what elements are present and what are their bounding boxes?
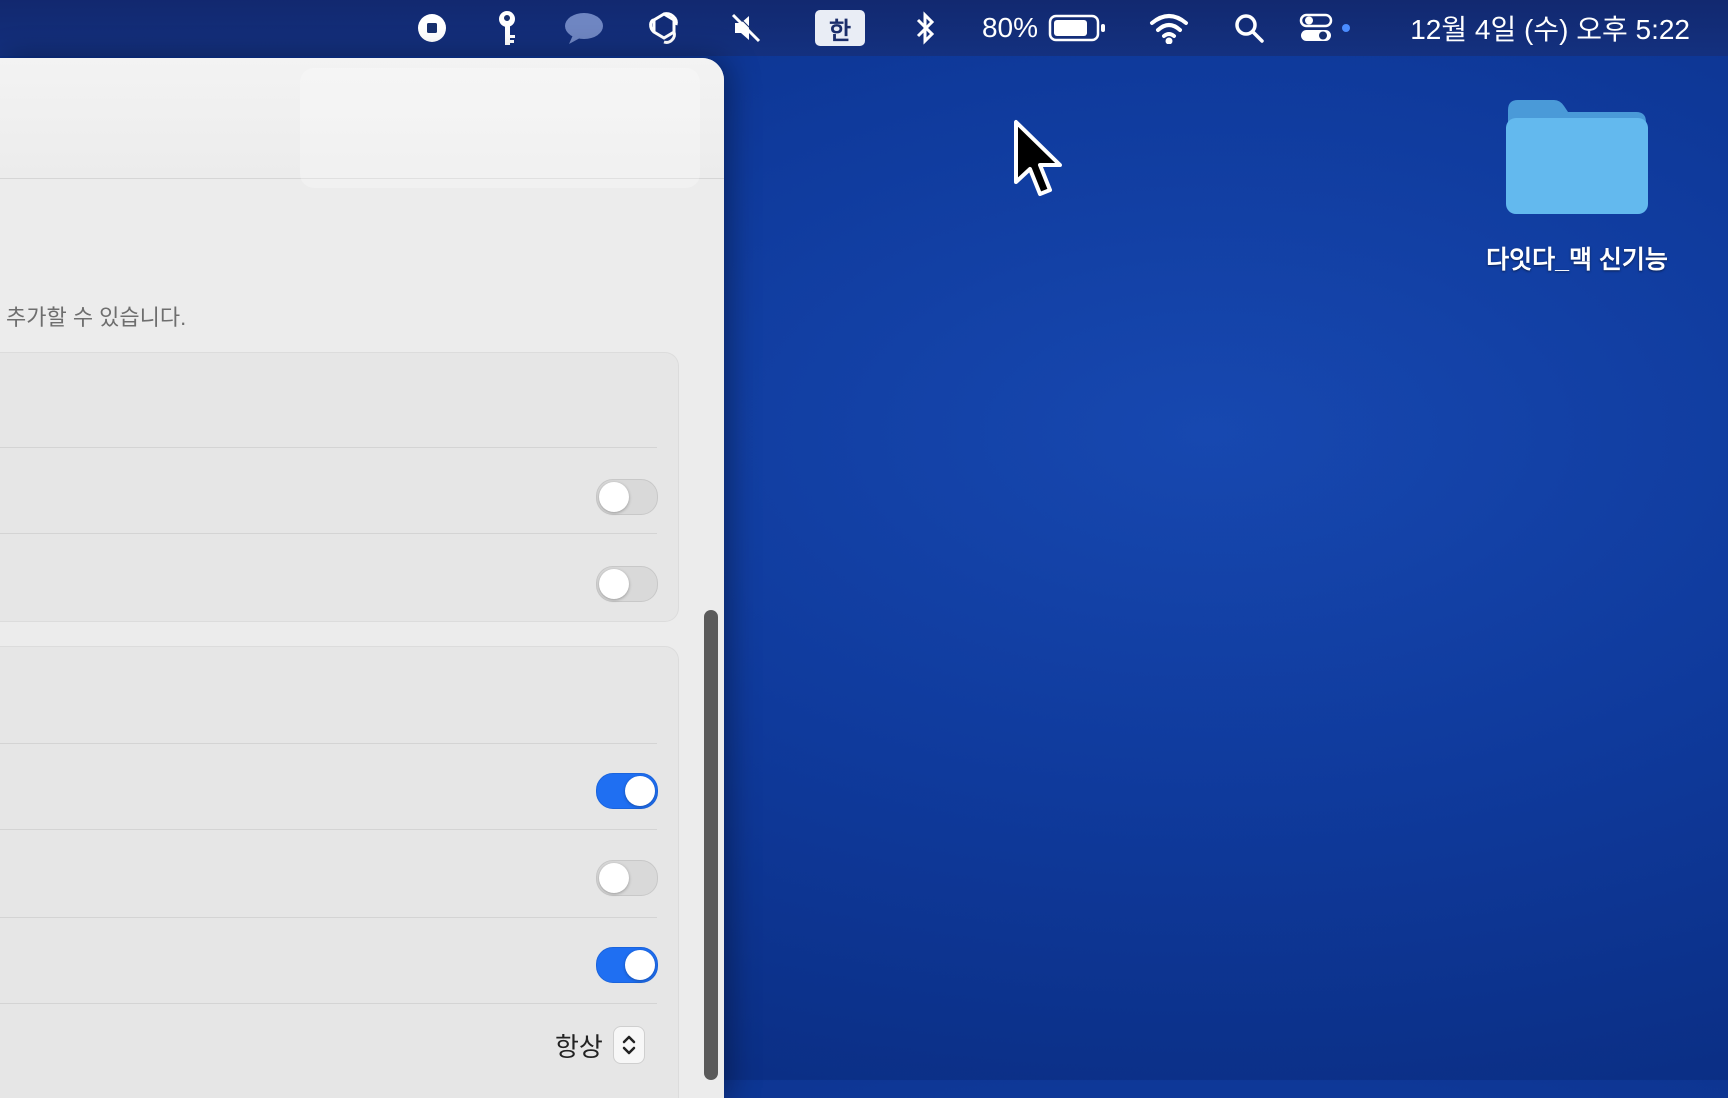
settings-group-1 bbox=[0, 352, 679, 622]
toggle-knob bbox=[599, 482, 629, 512]
toggle-knob bbox=[625, 950, 655, 980]
bluetooth-icon[interactable] bbox=[912, 0, 938, 56]
settings-window: 추가할 수 있습니다. 항상 bbox=[0, 58, 724, 1098]
menubar-clock[interactable]: 12월 4일 (수) 오후 5:22 bbox=[1380, 0, 1690, 56]
chat-bubble-icon[interactable] bbox=[562, 0, 606, 56]
input-source-indicator[interactable]: 한 bbox=[814, 0, 866, 56]
chatgpt-icon[interactable] bbox=[644, 0, 684, 56]
row-divider bbox=[0, 743, 657, 744]
key-icon[interactable] bbox=[492, 0, 522, 56]
search-icon[interactable] bbox=[1232, 0, 1266, 56]
folder-icon[interactable] bbox=[1502, 88, 1652, 218]
menu-bar: 한 80% 12월 4일 (수) 오후 5:22 bbox=[0, 0, 1728, 56]
toolbar-region bbox=[300, 68, 700, 188]
toggle-knob bbox=[599, 569, 629, 599]
battery-icon[interactable] bbox=[1048, 0, 1106, 56]
row-divider bbox=[0, 829, 657, 830]
folder-label[interactable]: 다잇다_맥 신기능 bbox=[1440, 240, 1714, 276]
toggle-switch-2[interactable] bbox=[596, 566, 658, 602]
row-divider bbox=[0, 1003, 657, 1004]
toggle-knob bbox=[599, 863, 629, 893]
toggle-knob bbox=[625, 776, 655, 806]
settings-description: 추가할 수 있습니다. bbox=[6, 305, 187, 330]
notification-dot bbox=[1342, 24, 1350, 32]
record-icon[interactable] bbox=[412, 0, 452, 56]
wifi-icon[interactable] bbox=[1148, 0, 1190, 56]
chevron-updown-icon bbox=[612, 1026, 645, 1064]
toggle-switch-5[interactable] bbox=[596, 947, 658, 983]
battery-percent: 80% bbox=[981, 12, 1039, 43]
scrollbar-thumb[interactable] bbox=[704, 610, 718, 1080]
row-divider bbox=[0, 447, 657, 448]
row-divider bbox=[0, 917, 657, 918]
mute-icon[interactable] bbox=[728, 0, 764, 56]
row-divider bbox=[0, 533, 657, 534]
popup-button[interactable]: 항상 bbox=[555, 1026, 645, 1064]
toggle-switch-4[interactable] bbox=[596, 860, 658, 896]
toggle-switch-1[interactable] bbox=[596, 479, 658, 515]
window-toolbar bbox=[0, 58, 724, 188]
toggle-switch-3[interactable] bbox=[596, 773, 658, 809]
control-center-icon[interactable] bbox=[1298, 0, 1334, 56]
popup-value: 항상 bbox=[555, 1031, 603, 1062]
mouse-pointer-icon bbox=[1012, 118, 1068, 207]
input-source-label: 한 bbox=[815, 10, 865, 46]
